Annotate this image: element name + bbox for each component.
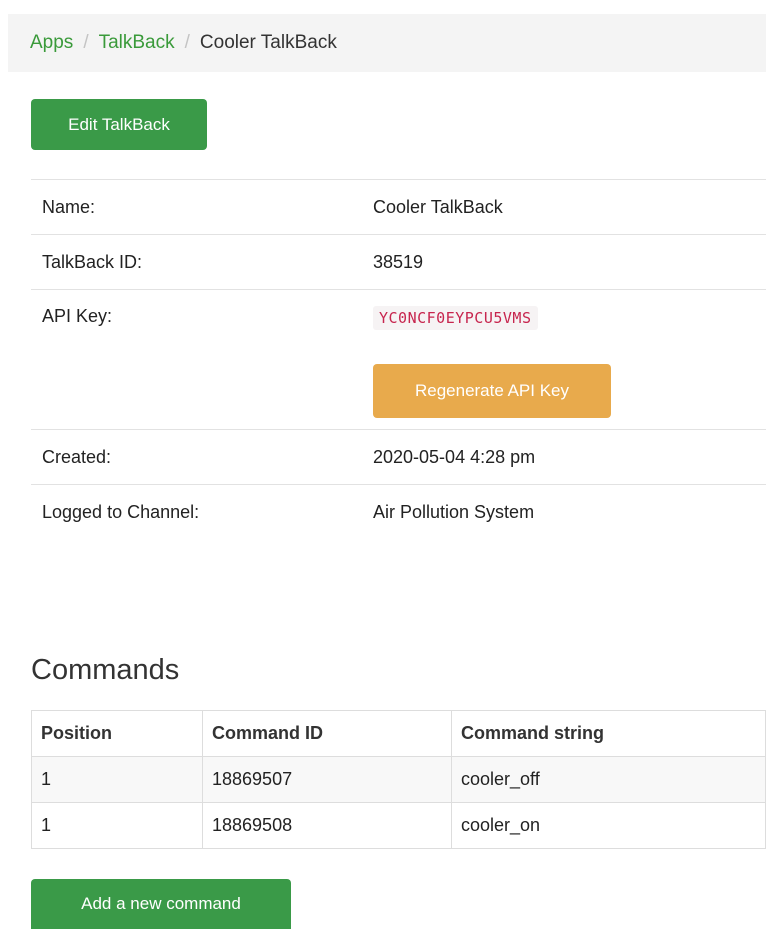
add-command-button[interactable]: Add a new command	[31, 879, 291, 929]
edit-talkback-button[interactable]: Edit TalkBack	[31, 99, 207, 150]
breadcrumb-separator: /	[83, 32, 89, 53]
command-id: 18869508	[202, 802, 452, 849]
api-key-label: API Key:	[31, 289, 362, 430]
table-row[interactable]: 1 18869507 cooler_off	[31, 756, 766, 803]
created-label: Created:	[31, 429, 362, 485]
channel-label: Logged to Channel:	[31, 484, 362, 540]
commands-heading: Commands	[31, 654, 180, 686]
command-string: cooler_on	[451, 802, 766, 849]
regenerate-api-key-button[interactable]: Regenerate API Key	[373, 364, 611, 418]
talkback-id-label: TalkBack ID:	[31, 234, 362, 290]
breadcrumb-current: Cooler TalkBack	[199, 32, 337, 53]
command-id: 18869507	[202, 756, 452, 803]
details-row-name: Name: Cooler TalkBack	[31, 179, 766, 235]
commands-table: Position Command ID Command string 1 188…	[31, 710, 766, 849]
breadcrumb-link-apps[interactable]: Apps	[30, 32, 73, 54]
column-header-command-id: Command ID	[202, 710, 452, 757]
breadcrumb: Apps / TalkBack / Cooler TalkBack	[8, 14, 766, 72]
api-key-cell: YC0NCF0EYPCU5VMS Regenerate API Key	[362, 289, 766, 430]
name-label: Name:	[31, 179, 362, 235]
column-header-command-string: Command string	[451, 710, 766, 757]
command-position: 1	[31, 802, 203, 849]
channel-value: Air Pollution System	[362, 484, 766, 540]
name-value: Cooler TalkBack	[362, 179, 766, 235]
talkback-details-table: Name: Cooler TalkBack TalkBack ID: 38519…	[31, 179, 766, 540]
created-value: 2020-05-04 4:28 pm	[362, 429, 766, 485]
api-key-value: YC0NCF0EYPCU5VMS	[373, 306, 538, 330]
details-row-created: Created: 2020-05-04 4:28 pm	[31, 429, 766, 485]
details-row-channel: Logged to Channel: Air Pollution System	[31, 484, 766, 540]
column-header-position: Position	[31, 710, 203, 757]
commands-header-row: Position Command ID Command string	[31, 710, 766, 757]
breadcrumb-separator: /	[184, 32, 190, 53]
breadcrumb-link-talkback[interactable]: TalkBack	[99, 32, 175, 54]
command-position: 1	[31, 756, 203, 803]
table-row[interactable]: 1 18869508 cooler_on	[31, 802, 766, 849]
talkback-id-value: 38519	[362, 234, 766, 290]
details-row-api-key: API Key: YC0NCF0EYPCU5VMS Regenerate API…	[31, 289, 766, 430]
command-string: cooler_off	[451, 756, 766, 803]
details-row-id: TalkBack ID: 38519	[31, 234, 766, 290]
